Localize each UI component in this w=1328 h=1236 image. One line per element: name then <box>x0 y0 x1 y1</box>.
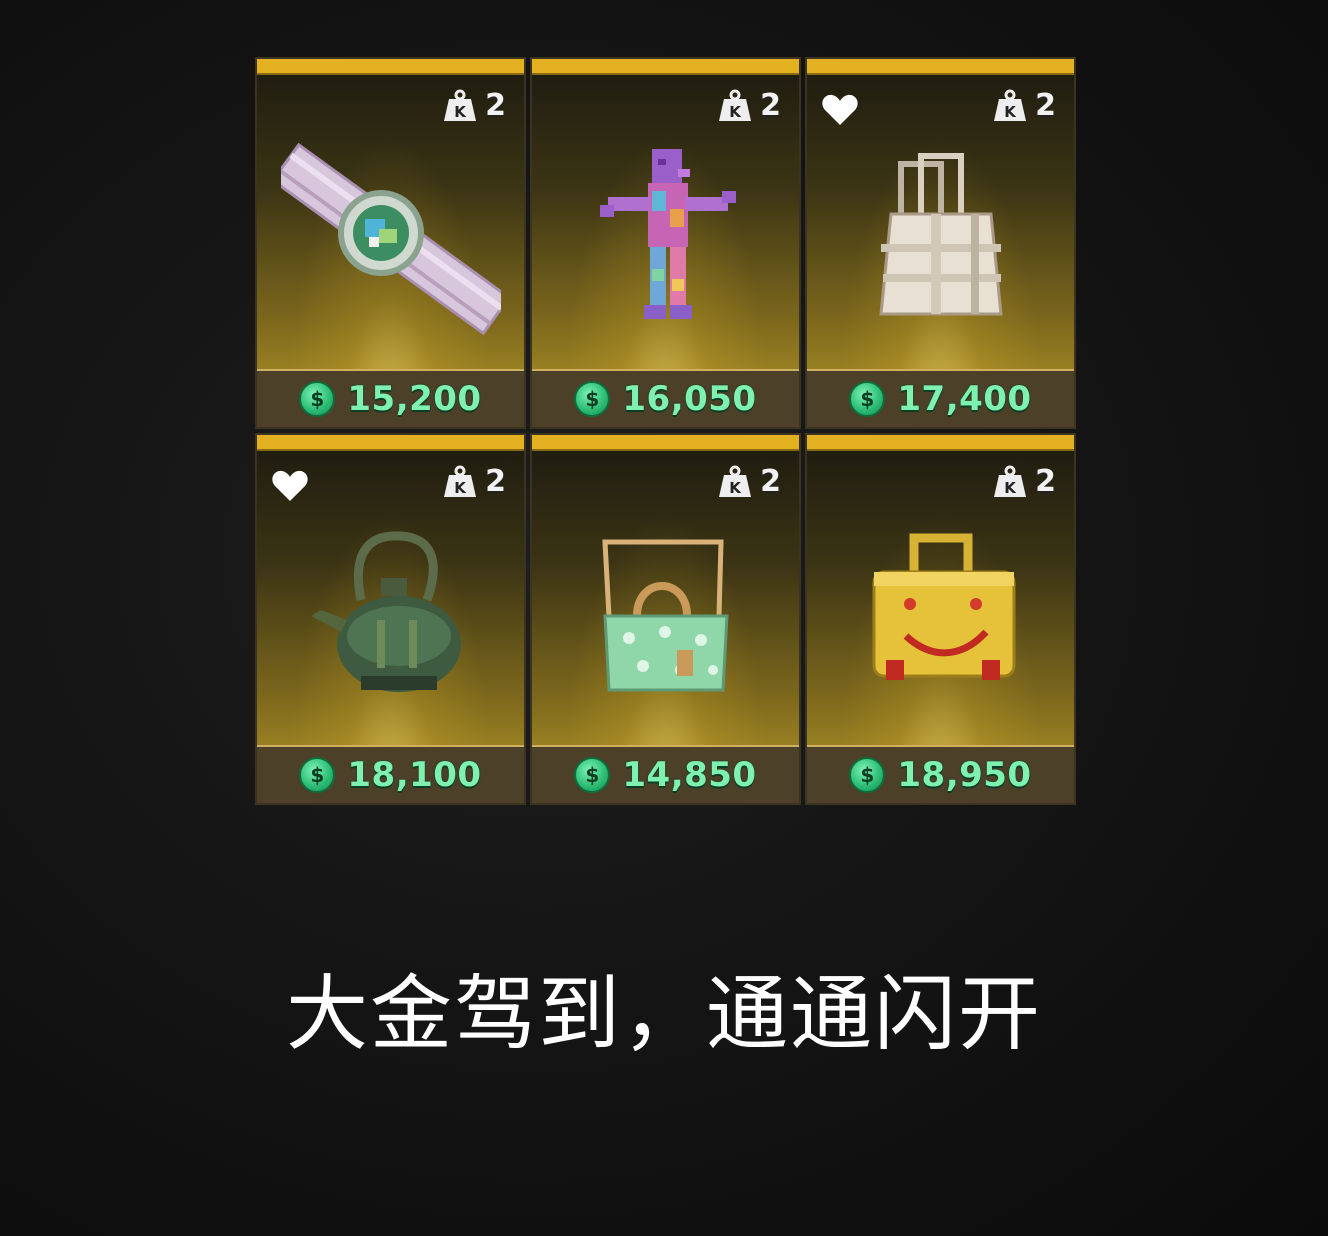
weight-icon: K <box>444 89 477 121</box>
weight-icon: K <box>994 89 1027 121</box>
coin-icon: $ <box>849 757 886 793</box>
item-card-teapot[interactable]: K 2 $ 18,100 <box>255 433 526 805</box>
item-card-green-handbag[interactable]: K 2 $ 14,850 <box>530 433 801 805</box>
weight-icon: K <box>719 465 752 497</box>
price-bar: $ 18,100 <box>257 745 524 803</box>
price-bar: $ 17,400 <box>807 369 1074 427</box>
weight-value: 2 <box>1035 464 1056 499</box>
price-bar: $ 18,950 <box>807 745 1074 803</box>
item-image-green-handbag <box>532 495 799 735</box>
weight-value: 2 <box>760 88 781 123</box>
price-value: 14,850 <box>622 755 757 795</box>
weight-indicator: K 2 <box>443 465 506 499</box>
item-card-watch[interactable]: K 2 $ 15,200 <box>255 57 526 429</box>
weight-icon: K <box>994 465 1027 497</box>
weight-icon: K <box>444 465 477 497</box>
price-value: 18,100 <box>347 755 482 795</box>
coin-icon: $ <box>574 381 611 417</box>
item-grid: K 2 $ 15,200 K 2 $ 16,050 K 2 $ 17,400 K… <box>255 57 1076 805</box>
item-image-watch <box>257 119 524 359</box>
price-bar: $ 14,850 <box>532 745 799 803</box>
weight-value: 2 <box>1035 88 1056 123</box>
coin-icon: $ <box>299 757 336 793</box>
price-value: 16,050 <box>622 379 757 419</box>
weight-indicator: K 2 <box>993 89 1056 123</box>
coin-icon: $ <box>574 757 611 793</box>
item-image-figure <box>532 119 799 359</box>
card-rarity-bar <box>807 435 1074 451</box>
weight-indicator: K 2 <box>718 465 781 499</box>
weight-icon: K <box>719 89 752 121</box>
coin-icon: $ <box>299 381 336 417</box>
item-card-yellow-case[interactable]: K 2 $ 18,950 <box>805 433 1076 805</box>
card-rarity-bar <box>532 435 799 451</box>
item-image-teapot <box>257 495 524 735</box>
card-rarity-bar <box>257 435 524 451</box>
price-bar: $ 16,050 <box>532 369 799 427</box>
card-rarity-bar <box>807 59 1074 75</box>
price-bar: $ 15,200 <box>257 369 524 427</box>
weight-value: 2 <box>485 88 506 123</box>
item-card-paper-bag[interactable]: K 2 $ 17,400 <box>805 57 1076 429</box>
weight-value: 2 <box>760 464 781 499</box>
weight-indicator: K 2 <box>718 89 781 123</box>
price-value: 18,950 <box>897 755 1032 795</box>
item-card-figure[interactable]: K 2 $ 16,050 <box>530 57 801 429</box>
weight-value: 2 <box>485 464 506 499</box>
card-rarity-bar <box>257 59 524 75</box>
item-image-yellow-case <box>807 495 1074 735</box>
coin-icon: $ <box>849 381 886 417</box>
weight-indicator: K 2 <box>993 465 1056 499</box>
weight-indicator: K 2 <box>443 89 506 123</box>
price-value: 15,200 <box>347 379 482 419</box>
card-rarity-bar <box>532 59 799 75</box>
caption-text: 大金驾到，通通闪开 <box>285 967 1042 1062</box>
price-value: 17,400 <box>897 379 1032 419</box>
item-image-paper-bag <box>807 119 1074 359</box>
